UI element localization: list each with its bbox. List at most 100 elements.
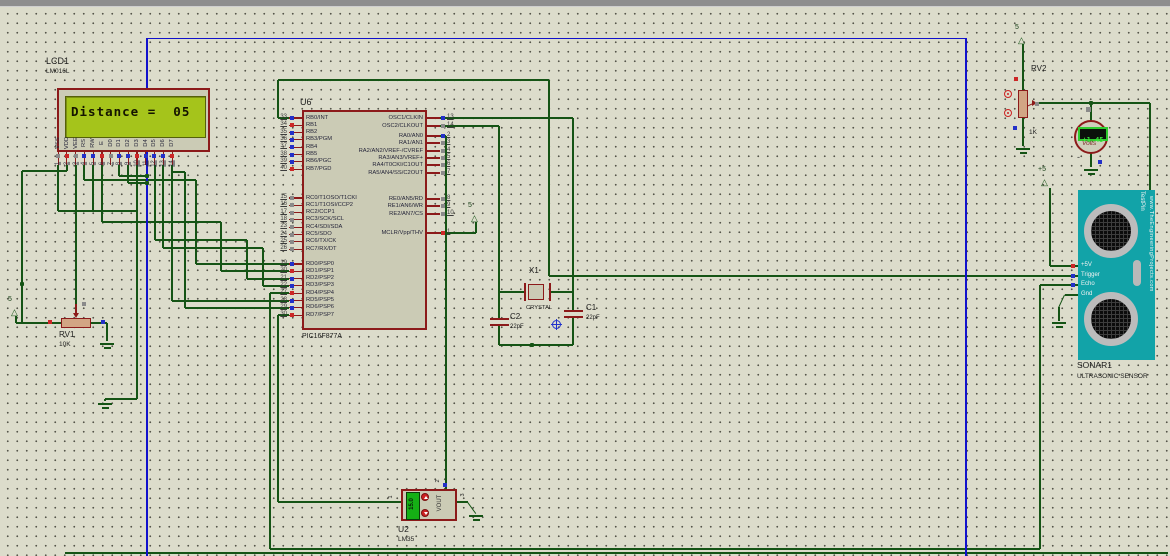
mcu-pin-34[interactable] <box>290 123 294 127</box>
mcu-pin-28[interactable] <box>290 299 294 303</box>
wire-segment[interactable] <box>551 291 573 292</box>
rv2-pin-bottom[interactable] <box>1013 126 1017 130</box>
wire-segment[interactable] <box>16 322 64 323</box>
power-arrow-icon[interactable]: △ <box>471 214 478 223</box>
wire-segment[interactable] <box>101 165 102 222</box>
mcu-pin-30[interactable] <box>290 313 294 317</box>
wire-segment[interactable] <box>278 79 549 80</box>
wire-segment[interactable] <box>269 293 270 549</box>
wire-segment[interactable] <box>270 548 1040 549</box>
mcu-pin-27[interactable] <box>290 291 294 295</box>
wire-segment[interactable] <box>220 222 221 271</box>
mcu-pin-17[interactable] <box>290 211 294 215</box>
lcd-pin-14[interactable] <box>170 154 174 158</box>
wire-segment[interactable] <box>163 247 263 248</box>
wire-segment[interactable] <box>440 117 573 118</box>
rv2-component[interactable] <box>1018 90 1028 118</box>
wire-segment[interactable] <box>1049 188 1050 266</box>
mcu-pin-18[interactable] <box>290 218 294 222</box>
wire-segment[interactable] <box>106 323 107 341</box>
wire-segment[interactable] <box>572 292 573 310</box>
rv2-decrement-button[interactable] <box>1004 109 1012 117</box>
wire-segment[interactable] <box>58 210 137 211</box>
wire-segment[interactable] <box>498 126 499 292</box>
wire-segment[interactable] <box>155 239 247 240</box>
mcu-pin-6[interactable] <box>441 163 445 167</box>
wire-segment[interactable] <box>1022 118 1023 146</box>
wire-segment[interactable] <box>171 165 172 301</box>
mcu-pin-22[interactable] <box>290 284 294 288</box>
mcu-pin-36[interactable] <box>290 138 294 142</box>
wire-segment[interactable] <box>475 222 476 233</box>
wire-segment[interactable] <box>246 240 247 279</box>
rv1-pin-left[interactable] <box>48 320 52 324</box>
lcd-pin-2[interactable] <box>65 154 69 158</box>
lcd-pin-6[interactable] <box>100 154 104 158</box>
rv1-pin-right[interactable] <box>101 320 105 324</box>
lcd-pin-1[interactable] <box>56 154 60 158</box>
wire-segment[interactable] <box>548 80 549 276</box>
wire-segment[interactable] <box>499 291 524 292</box>
wire-segment[interactable] <box>262 248 263 286</box>
wire-segment[interactable] <box>1065 294 1078 295</box>
lcd-pin-9[interactable] <box>126 154 130 158</box>
sonar-pin-trigger[interactable] <box>1071 274 1075 278</box>
wire-segment[interactable] <box>499 344 573 345</box>
wire-segment[interactable] <box>75 165 76 304</box>
wire-segment[interactable] <box>184 172 185 308</box>
wire-segment[interactable] <box>1090 103 1091 121</box>
mcu-pin-16[interactable] <box>290 203 294 207</box>
sonar-pin-+5v[interactable] <box>1071 264 1075 268</box>
wire-segment[interactable] <box>572 118 573 292</box>
mcu-pin-9[interactable] <box>441 204 445 208</box>
wire-segment[interactable] <box>105 398 137 399</box>
mcu-pin-14[interactable] <box>441 124 445 128</box>
rv1-wiper-arrow-icon[interactable] <box>73 313 79 318</box>
lcd-pin-10[interactable] <box>135 154 139 158</box>
mcu-pin-23[interactable] <box>290 225 294 229</box>
sonar-pin-echo[interactable] <box>1071 283 1075 287</box>
wire-segment[interactable] <box>1149 103 1150 190</box>
wire-segment[interactable] <box>1058 294 1065 307</box>
rv2-pin-top[interactable] <box>1014 77 1018 81</box>
mcu-pin-21[interactable] <box>290 277 294 281</box>
mcu-pin-2[interactable] <box>441 134 445 138</box>
mcu-pin-38[interactable] <box>290 153 294 157</box>
power-arrow-icon[interactable]: △ <box>1018 36 1025 45</box>
mcu-pin-35[interactable] <box>290 131 294 135</box>
lcd-pin-8[interactable] <box>117 154 121 158</box>
wire-segment[interactable] <box>146 38 966 39</box>
wire-segment[interactable] <box>1039 285 1040 549</box>
mcu-pin-19[interactable] <box>290 262 294 266</box>
mcu-pin-5[interactable] <box>441 156 445 160</box>
wire-segment[interactable] <box>278 501 401 502</box>
lcd-pin-5[interactable] <box>91 154 95 158</box>
lcd-pin-4[interactable] <box>82 154 86 158</box>
mcu-pin-40[interactable] <box>290 167 294 171</box>
wire-segment[interactable] <box>65 552 1168 553</box>
voltmeter-plus-terminal[interactable] <box>1086 107 1091 112</box>
wire-segment[interactable] <box>104 399 105 401</box>
wire-segment[interactable] <box>498 292 499 318</box>
mcu-pin-13[interactable] <box>441 116 445 120</box>
wire-segment[interactable] <box>136 165 137 399</box>
wire-segment[interactable] <box>119 175 147 176</box>
lcd-pin-12[interactable] <box>152 154 156 158</box>
wire-segment[interactable] <box>15 316 16 323</box>
mcu-pin-24[interactable] <box>290 233 294 237</box>
mcu-pin-26[interactable] <box>290 247 294 251</box>
wire-segment[interactable] <box>21 171 22 323</box>
mcu-pin-29[interactable] <box>290 306 294 310</box>
mcu-pin-1[interactable] <box>441 231 445 235</box>
lcd-pin-7[interactable] <box>109 154 113 158</box>
mcu-pin-37[interactable] <box>290 145 294 149</box>
mcu-pin-20[interactable] <box>290 269 294 273</box>
wire-segment[interactable] <box>162 165 163 248</box>
mcu-pin-33[interactable] <box>290 116 294 120</box>
wire-segment[interactable] <box>57 165 58 211</box>
mcu-pin-25[interactable] <box>290 240 294 244</box>
wire-segment[interactable] <box>1022 44 1023 90</box>
wire-segment[interactable] <box>965 38 966 556</box>
wire-segment[interactable] <box>154 165 155 240</box>
mcu-pin-8[interactable] <box>441 197 445 201</box>
